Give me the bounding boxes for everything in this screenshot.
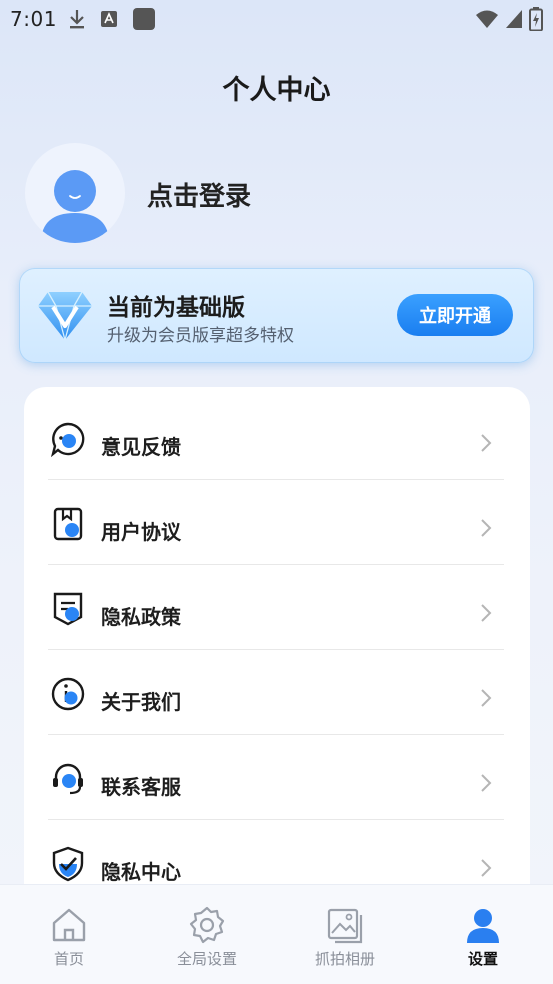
wifi-icon xyxy=(476,10,498,28)
diamond-icon xyxy=(38,291,92,341)
chevron-right-icon xyxy=(481,434,492,452)
app-square-icon xyxy=(133,8,155,30)
chevron-right-icon xyxy=(481,774,492,792)
vip-subtitle: 升级为会员版享超多特权 xyxy=(107,326,294,346)
nav-item-home[interactable]: 首页 xyxy=(0,885,138,984)
download-icon xyxy=(70,10,84,29)
page-title: 个人中心 xyxy=(222,75,331,106)
home-icon xyxy=(52,908,86,942)
gallery-icon xyxy=(327,908,363,944)
activate-now-button[interactable]: 立即开通 xyxy=(397,294,513,336)
settings-menu-card: 意见反馈 用户协议 隐私政策 关于我们 联系客服 隐私中心 xyxy=(24,387,530,907)
nav-label: 抓拍相册 xyxy=(314,950,375,968)
signal-icon xyxy=(506,10,522,28)
privacy-policy-icon xyxy=(53,592,83,626)
nav-label: 全局设置 xyxy=(176,950,237,968)
nav-item-global-settings[interactable]: 全局设置 xyxy=(138,885,276,984)
nav-label: 设置 xyxy=(467,950,498,968)
menu-item-label: 用户协议 xyxy=(101,520,181,544)
nav-item-snapshot-album[interactable]: 抓拍相册 xyxy=(276,885,414,984)
nav-label: 首页 xyxy=(53,950,84,968)
menu-item-label: 隐私中心 xyxy=(101,860,181,884)
bottom-nav: 首页 全局设置 抓拍相册 设置 xyxy=(0,884,553,984)
menu-item-contact-support[interactable]: 联系客服 xyxy=(48,735,504,820)
headset-icon xyxy=(53,763,83,795)
menu-item-user-agreement[interactable]: 用户协议 xyxy=(48,480,504,565)
menu-item-about-us[interactable]: 关于我们 xyxy=(48,650,504,735)
person-icon xyxy=(467,909,499,943)
chevron-right-icon xyxy=(481,604,492,622)
menu-item-feedback[interactable]: 意见反馈 xyxy=(48,395,504,480)
battery-charging-icon xyxy=(529,7,543,31)
vip-title: 当前为基础版 xyxy=(107,295,245,321)
status-time: 7:01 xyxy=(10,7,57,31)
feedback-chat-icon xyxy=(51,422,85,457)
gear-icon xyxy=(189,906,225,944)
menu-item-label: 关于我们 xyxy=(101,690,181,714)
chevron-right-icon xyxy=(481,859,492,877)
avatar-person-icon xyxy=(41,170,109,243)
vip-membership-card[interactable]: 当前为基础版 升级为会员版享超多特权 立即开通 xyxy=(19,268,534,363)
status-bar: 7:01 xyxy=(0,0,553,38)
shield-check-icon xyxy=(52,846,84,882)
user-agreement-icon xyxy=(53,507,83,541)
font-icon xyxy=(101,11,117,27)
login-link[interactable]: 点击登录 xyxy=(147,176,251,213)
chevron-right-icon xyxy=(481,519,492,537)
menu-item-label: 隐私政策 xyxy=(101,605,181,629)
nav-item-settings[interactable]: 设置 xyxy=(414,885,552,984)
menu-item-privacy-policy[interactable]: 隐私政策 xyxy=(48,565,504,650)
avatar[interactable] xyxy=(25,143,125,243)
info-icon xyxy=(51,677,85,711)
chevron-right-icon xyxy=(481,689,492,707)
menu-item-label: 联系客服 xyxy=(101,775,181,799)
menu-item-label: 意见反馈 xyxy=(101,435,181,459)
